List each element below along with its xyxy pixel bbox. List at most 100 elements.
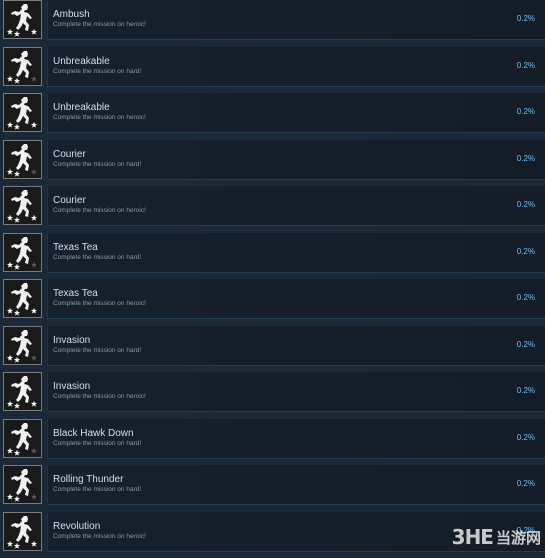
achievement-percent: 0.2% xyxy=(517,247,535,256)
soldier-icon xyxy=(4,141,41,178)
soldier-figure xyxy=(11,144,32,171)
achievement-row[interactable]: Invasion Complete the mission on hard! 0… xyxy=(0,326,545,373)
achievement-row[interactable]: Courier Complete the mission on heroic! … xyxy=(0,186,545,233)
soldier-icon xyxy=(4,513,41,550)
soldier-achievement-icon xyxy=(3,279,42,318)
rank-star xyxy=(7,308,13,314)
soldier-icon xyxy=(4,187,41,224)
soldier-figure xyxy=(11,190,32,217)
achievement-description: Complete the mission on heroic! xyxy=(53,533,146,540)
soldier-achievement-icon xyxy=(3,512,42,551)
achievement-row[interactable]: Courier Complete the mission on hard! 0.… xyxy=(0,140,545,187)
soldier-figure xyxy=(11,516,32,543)
achievement-panel: Unbreakable Complete the mission on hard… xyxy=(47,47,545,87)
soldier-icon xyxy=(4,466,41,503)
achievement-panel: Unbreakable Complete the mission on hero… xyxy=(47,93,545,133)
rank-star xyxy=(7,122,13,128)
achievement-title: Texas Tea xyxy=(53,288,98,299)
achievement-panel: Invasion Complete the mission on hard! 0… xyxy=(47,326,545,366)
achievement-row[interactable]: Ambush Complete the mission on heroic! 0… xyxy=(0,0,545,47)
rank-star xyxy=(7,75,13,81)
achievement-description: Complete the mission on hard! xyxy=(53,347,141,354)
achievement-row[interactable]: Unbreakable Complete the mission on hero… xyxy=(0,93,545,140)
rank-star xyxy=(14,124,20,130)
soldier-icon xyxy=(4,420,41,457)
achievement-row[interactable]: Invasion Complete the mission on heroic!… xyxy=(0,372,545,419)
achievement-title: Unbreakable xyxy=(53,56,110,67)
achievement-row[interactable]: Black Hawk Down Complete the mission on … xyxy=(0,419,545,466)
rank-star xyxy=(7,401,13,407)
rank-star xyxy=(14,77,20,83)
achievement-title: Texas Tea xyxy=(53,242,98,253)
achievement-title: Invasion xyxy=(53,381,90,392)
achievement-row[interactable]: Texas Tea Complete the mission on heroic… xyxy=(0,279,545,326)
rank-star xyxy=(7,540,13,546)
achievement-percent: 0.2% xyxy=(517,293,535,302)
achievement-title: Black Hawk Down xyxy=(53,428,134,439)
rank-star xyxy=(31,29,37,35)
rank-star xyxy=(14,403,20,409)
soldier-achievement-icon xyxy=(3,0,42,39)
achievement-row[interactable]: Rolling Thunder Complete the mission on … xyxy=(0,465,545,512)
achievement-panel: Texas Tea Complete the mission on hard! … xyxy=(47,233,545,273)
soldier-figure xyxy=(11,4,32,31)
achievement-description: Complete the mission on hard! xyxy=(53,440,141,447)
achievement-percent: 0.2% xyxy=(517,14,535,23)
achievement-title: Unbreakable xyxy=(53,102,110,113)
achievement-row[interactable]: Unbreakable Complete the mission on hard… xyxy=(0,47,545,94)
achievement-panel: Courier Complete the mission on heroic! … xyxy=(47,186,545,226)
rank-star xyxy=(31,401,37,407)
achievement-percent: 0.2% xyxy=(517,107,535,116)
achievement-title: Invasion xyxy=(53,335,90,346)
watermark-logo: 3HE xyxy=(452,525,493,549)
rank-star xyxy=(14,170,20,176)
rank-star xyxy=(7,168,13,174)
soldier-achievement-icon xyxy=(3,419,42,458)
soldier-figure xyxy=(11,51,32,78)
achievement-description: Complete the mission on hard! xyxy=(53,486,141,493)
rank-star xyxy=(7,447,13,453)
rank-star xyxy=(14,217,20,223)
soldier-icon xyxy=(4,48,41,85)
soldier-figure xyxy=(11,423,32,450)
achievement-percent: 0.2% xyxy=(517,61,535,70)
soldier-figure xyxy=(11,376,32,403)
soldier-figure xyxy=(11,97,32,124)
achievement-row[interactable]: Texas Tea Complete the mission on hard! … xyxy=(0,233,545,280)
rank-star xyxy=(14,449,20,455)
achievement-percent: 0.2% xyxy=(517,154,535,163)
soldier-achievement-icon xyxy=(3,233,42,272)
achievement-percent: 0.2% xyxy=(517,340,535,349)
achievement-panel: Black Hawk Down Complete the mission on … xyxy=(47,419,545,459)
achievement-panel: Invasion Complete the mission on heroic!… xyxy=(47,372,545,412)
rank-star xyxy=(31,122,37,128)
rank-star xyxy=(14,496,20,502)
soldier-icon xyxy=(4,234,41,271)
rank-star xyxy=(7,215,13,221)
achievement-description: Complete the mission on hard! xyxy=(53,254,141,261)
rank-star xyxy=(7,494,13,500)
rank-star xyxy=(7,261,13,267)
rank-star xyxy=(14,310,20,316)
rank-star xyxy=(31,215,37,221)
achievement-title: Revolution xyxy=(53,521,100,532)
site-watermark: 3HE 当游网 xyxy=(452,524,541,550)
rank-star xyxy=(31,261,37,267)
soldier-figure xyxy=(11,283,32,310)
rank-star xyxy=(31,540,37,546)
soldier-achievement-icon xyxy=(3,372,42,411)
achievement-title: Courier xyxy=(53,149,86,160)
achievement-description: Complete the mission on heroic! xyxy=(53,21,146,28)
achievement-title: Ambush xyxy=(53,9,90,20)
achievement-description: Complete the mission on heroic! xyxy=(53,207,146,214)
achievement-description: Complete the mission on hard! xyxy=(53,68,141,75)
achievement-description: Complete the mission on heroic! xyxy=(53,300,146,307)
achievement-percent: 0.2% xyxy=(517,200,535,209)
achievement-percent: 0.2% xyxy=(517,386,535,395)
soldier-figure xyxy=(11,330,32,357)
rank-star xyxy=(14,263,20,269)
rank-star xyxy=(31,308,37,314)
rank-star xyxy=(31,354,37,360)
soldier-icon xyxy=(4,94,41,131)
rank-star xyxy=(31,447,37,453)
